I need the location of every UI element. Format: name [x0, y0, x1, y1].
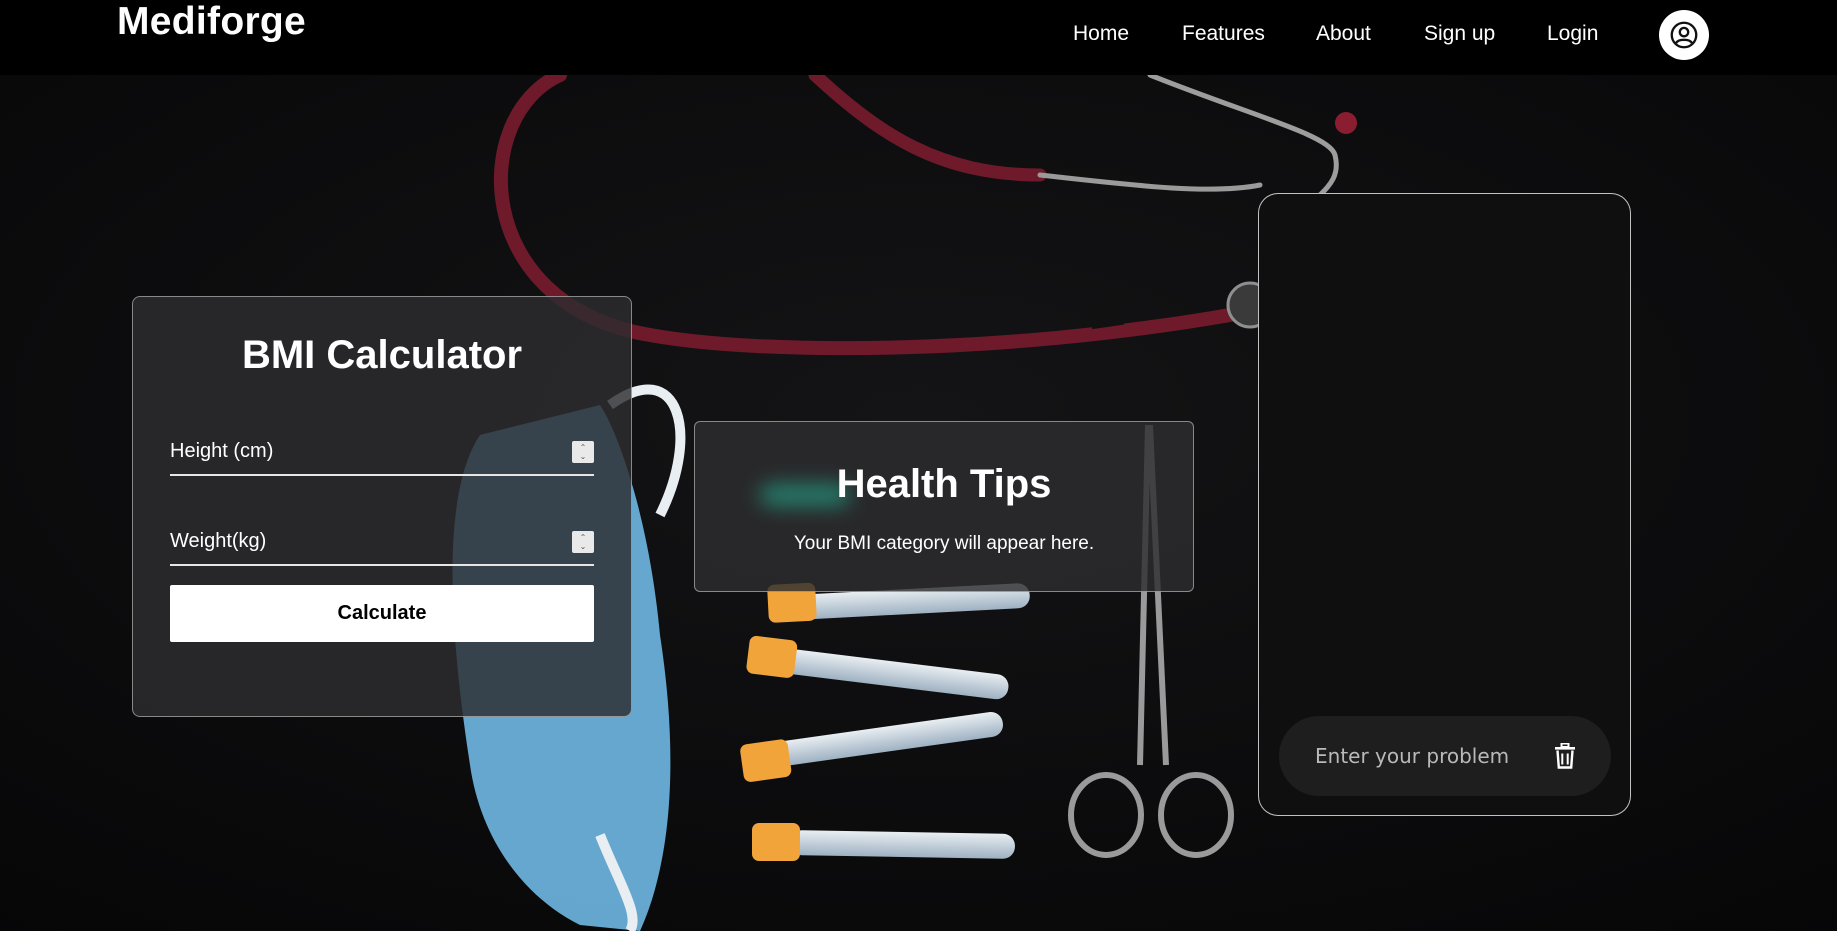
chat-panel: [1258, 193, 1631, 816]
chevron-down-icon: ⌄: [579, 452, 587, 461]
chevron-up-icon: ⌃: [579, 443, 587, 452]
top-navbar: Mediforge Home Features About Sign up Lo…: [0, 0, 1837, 75]
bmi-title: BMI Calculator: [241, 333, 523, 377]
health-tips-title: Health Tips: [836, 462, 1052, 506]
height-input[interactable]: [170, 430, 550, 472]
weight-field: ⌃ ⌄: [170, 520, 594, 566]
brand-logo[interactable]: Mediforge: [117, 0, 306, 44]
chat-input-bar: [1279, 716, 1611, 796]
nav-link-login[interactable]: Login: [1547, 22, 1598, 46]
trash-icon: [1555, 743, 1575, 769]
nav-link-home[interactable]: Home: [1073, 22, 1129, 46]
nav-link-about[interactable]: About: [1316, 22, 1371, 46]
calculate-button[interactable]: Calculate: [170, 585, 594, 642]
profile-button[interactable]: [1659, 10, 1709, 60]
nav-link-features[interactable]: Features: [1182, 22, 1265, 46]
weight-input[interactable]: [170, 520, 550, 562]
health-tips-card: Health Tips Your BMI category will appea…: [694, 421, 1194, 592]
chevron-up-icon: ⌃: [579, 533, 587, 542]
height-field: ⌃ ⌄: [170, 430, 594, 476]
clear-chat-button[interactable]: [1551, 742, 1579, 770]
bmi-calculator-card: BMI Calculator ⌃ ⌄ ⌃ ⌄ Calculate: [132, 296, 632, 717]
problem-input[interactable]: [1315, 716, 1535, 796]
bmi-category-text: Your BMI category will appear here.: [793, 533, 1095, 554]
nav-link-signup[interactable]: Sign up: [1424, 22, 1495, 46]
user-circle-icon: [1670, 21, 1698, 49]
weight-stepper[interactable]: ⌃ ⌄: [572, 531, 594, 553]
chevron-down-icon: ⌄: [579, 542, 587, 551]
height-stepper[interactable]: ⌃ ⌄: [572, 441, 594, 463]
